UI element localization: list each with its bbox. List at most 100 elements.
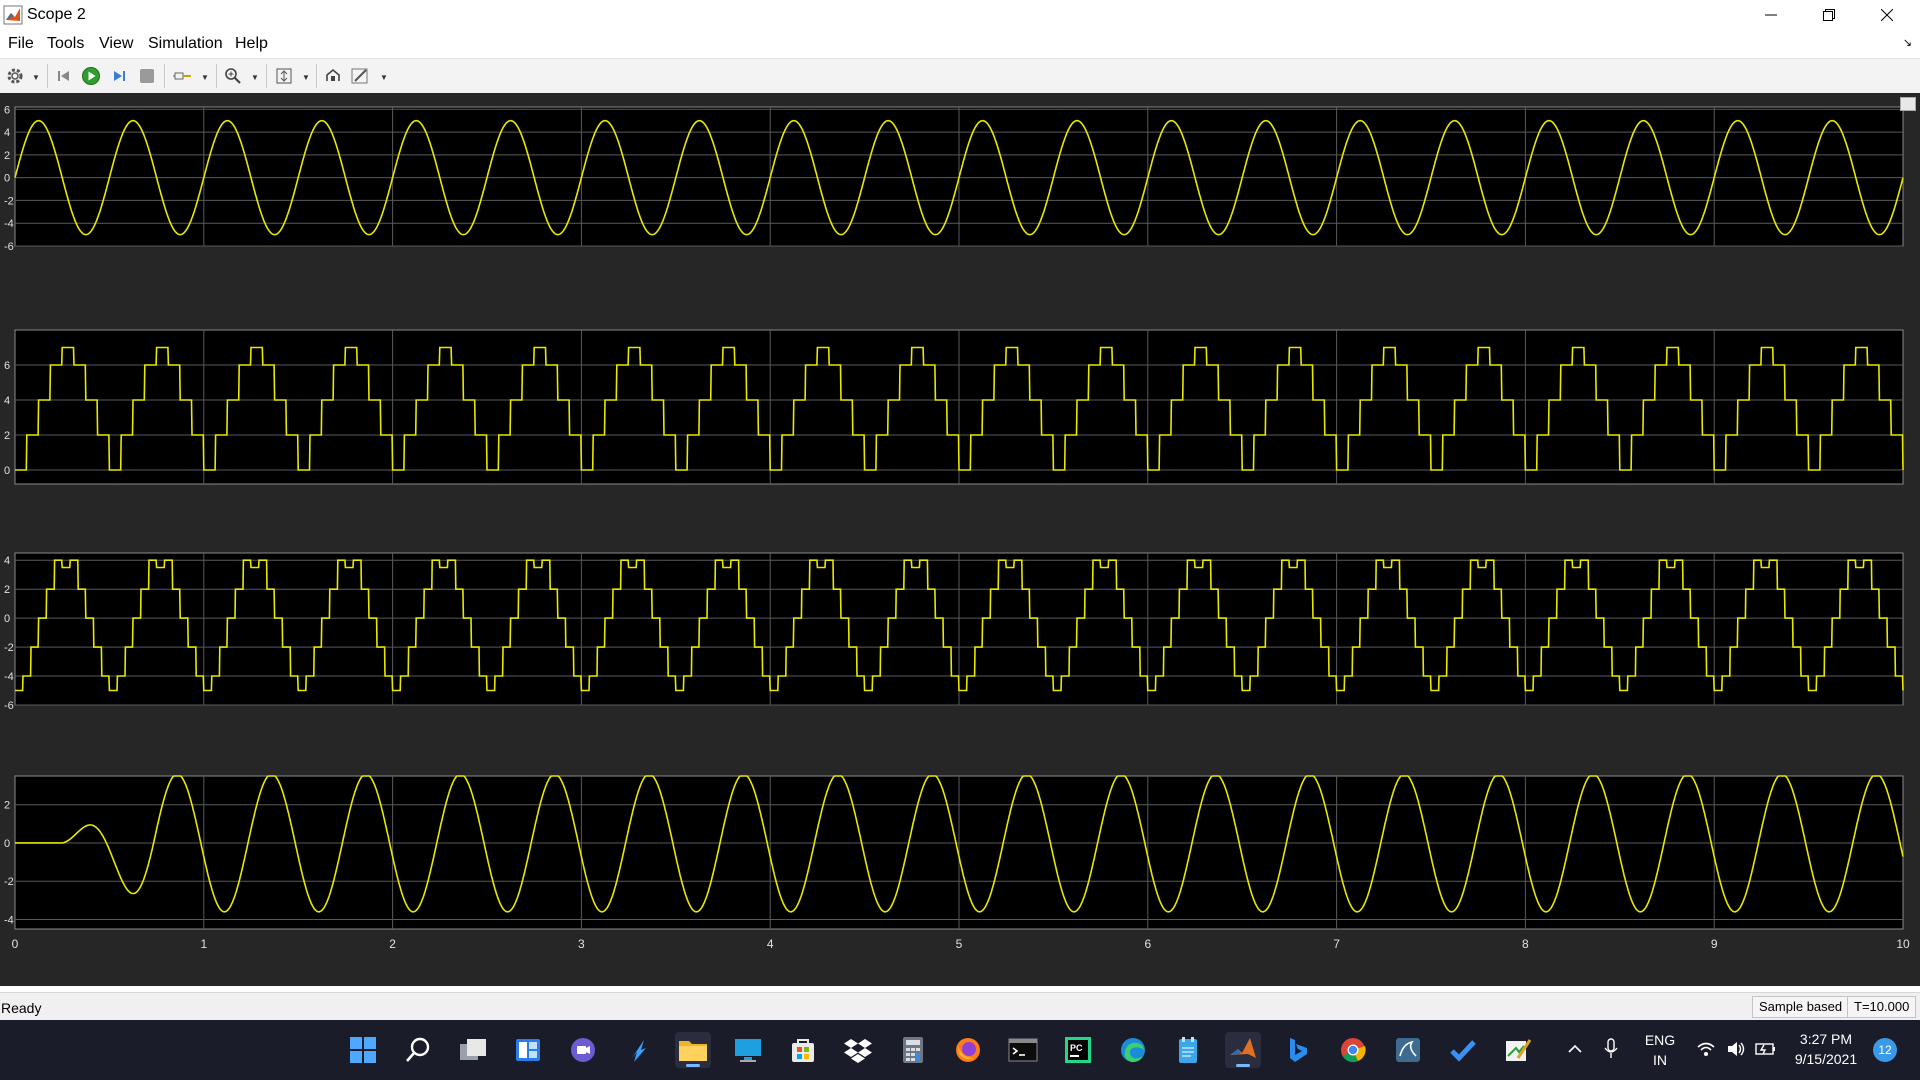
terminal-button[interactable] xyxy=(1005,1032,1041,1068)
calculator-icon xyxy=(903,1037,923,1063)
volume-icon[interactable] xyxy=(1726,1040,1746,1058)
pycharm-button[interactable]: PC xyxy=(1060,1032,1096,1068)
restore-icon xyxy=(1823,9,1835,21)
firefox-icon xyxy=(956,1038,980,1062)
x-tick-label: 1 xyxy=(200,937,207,951)
menu-help[interactable]: Help xyxy=(235,35,268,53)
highlight-dropdown-icon[interactable]: ▼ xyxy=(201,73,209,82)
draw-button[interactable] xyxy=(1500,1032,1536,1068)
minimize-icon xyxy=(1765,14,1777,16)
step-forward-icon xyxy=(114,71,125,81)
mysql-workbench-icon xyxy=(1396,1038,1420,1062)
y-tick-label: 0 xyxy=(4,838,10,850)
windows-start-button[interactable] xyxy=(345,1032,381,1068)
edit-icon xyxy=(351,68,368,84)
svg-text:PC: PC xyxy=(1070,1043,1083,1053)
dock-arrow-icon[interactable]: ↘ xyxy=(1903,36,1912,49)
clock-date[interactable]: 9/15/2021 xyxy=(1786,1051,1866,1067)
matlab-button[interactable] xyxy=(1225,1032,1261,1068)
restore-view-icon xyxy=(326,68,340,81)
toolbar: ▼ ▼ ▼ ▼ ▼ xyxy=(0,58,1920,94)
menu-view[interactable]: View xyxy=(99,35,133,53)
y-tick-label: -6 xyxy=(4,700,14,712)
notification-count[interactable]: 12 xyxy=(1873,1038,1897,1062)
configuration-button[interactable] xyxy=(4,65,26,87)
y-tick-label: 2 xyxy=(4,800,10,812)
scope-plot-4[interactable]: 2 0 -2 -4 0 1 2 3 4 5 6 7 8 9 10 xyxy=(4,775,1910,951)
y-tick-label: -6 xyxy=(4,241,14,253)
undock-legend-icon[interactable] xyxy=(1900,97,1916,111)
scope-plot-1[interactable]: 6 4 2 0 -2 -4 -6 xyxy=(4,104,1904,253)
simulation-time-indicator: T=10.000 xyxy=(1847,996,1917,1018)
battery-icon[interactable] xyxy=(1755,1040,1777,1058)
highlight-signal-button[interactable] xyxy=(172,65,194,87)
zoom-button[interactable] xyxy=(222,65,244,87)
run-button[interactable] xyxy=(80,65,102,87)
task-view-button[interactable] xyxy=(455,1032,491,1068)
visual-studio-button[interactable] xyxy=(620,1032,656,1068)
menu-tools[interactable]: Tools xyxy=(47,35,84,53)
y-tick-label: 0 xyxy=(4,173,10,185)
x-tick-label: 6 xyxy=(1144,937,1151,951)
scope-plot-2[interactable]: 6 4 2 0 xyxy=(4,329,1904,485)
x-tick-label: 4 xyxy=(767,937,774,951)
run-icon xyxy=(82,67,100,85)
y-tick-label: 4 xyxy=(4,395,10,407)
clock-time[interactable]: 3:27 PM xyxy=(1786,1031,1866,1047)
zoom-dropdown-icon[interactable]: ▼ xyxy=(251,73,259,82)
microsoft-store-button[interactable] xyxy=(785,1032,821,1068)
notepad-button[interactable] xyxy=(1170,1032,1206,1068)
gear-icon xyxy=(7,68,23,84)
mysql-workbench-button[interactable] xyxy=(1390,1032,1426,1068)
sample-mode-indicator: Sample based xyxy=(1752,996,1850,1018)
window-title: Scope 2 xyxy=(27,6,86,23)
widgets-button[interactable] xyxy=(510,1032,546,1068)
scope-plots[interactable]: 6 4 2 0 -2 -4 -6 6 4 2 0 4 2 0 -2 -4 -6 2 0 -2 -4 0 1 2 3 4 5 6 7 8 9 1… xyxy=(0,93,1920,986)
wifi-icon[interactable] xyxy=(1696,1040,1716,1058)
edge-button[interactable] xyxy=(1115,1032,1151,1068)
stop-button[interactable] xyxy=(136,65,158,87)
edge-icon xyxy=(1121,1038,1145,1063)
y-tick-label: -4 xyxy=(4,218,14,230)
dropbox-icon xyxy=(844,1039,872,1063)
menu-simulation[interactable]: Simulation xyxy=(148,35,223,53)
draw-icon xyxy=(1506,1039,1532,1061)
taskbar-search-button[interactable] xyxy=(400,1032,436,1068)
edit-button[interactable] xyxy=(350,65,372,87)
chrome-button[interactable] xyxy=(1335,1032,1371,1068)
input-region[interactable]: IN xyxy=(1644,1052,1676,1068)
restore-view-button[interactable] xyxy=(322,65,344,87)
firefox-button[interactable] xyxy=(950,1032,986,1068)
dropbox-button[interactable] xyxy=(840,1032,876,1068)
y-tick-label: -2 xyxy=(4,642,14,654)
configuration-dropdown-icon[interactable]: ▼ xyxy=(32,73,40,82)
calculator-button[interactable] xyxy=(895,1032,931,1068)
toolbar-separator xyxy=(266,64,267,88)
close-button[interactable] xyxy=(1858,0,1916,30)
input-language[interactable]: ENG xyxy=(1644,1032,1676,1048)
todo-button[interactable] xyxy=(1445,1032,1481,1068)
y-tick-label: 6 xyxy=(4,360,10,372)
remote-desktop-button[interactable] xyxy=(730,1032,766,1068)
minimize-button[interactable] xyxy=(1742,0,1800,30)
restore-button[interactable] xyxy=(1800,0,1858,30)
step-forward-button[interactable] xyxy=(108,65,130,87)
matlab-icon xyxy=(1230,1038,1256,1058)
file-explorer-button[interactable] xyxy=(675,1032,711,1068)
microphone-icon[interactable] xyxy=(1603,1037,1619,1061)
scope-plot-3[interactable]: 4 2 0 -2 -4 -6 xyxy=(4,552,1904,712)
y-tick-label: 2 xyxy=(4,430,10,442)
windows-taskbar: PC ENG IN 3:27 PM 9/15/2021 12 xyxy=(0,1020,1920,1080)
show-hidden-icons-icon[interactable] xyxy=(1567,1042,1583,1056)
edit-dropdown-icon[interactable]: ▼ xyxy=(380,73,388,82)
y-tick-label: 4 xyxy=(4,127,10,139)
x-tick-label: 5 xyxy=(956,937,963,951)
step-back-button[interactable] xyxy=(53,65,75,87)
scale-axes-dropdown-icon[interactable]: ▼ xyxy=(302,73,310,82)
scale-axes-button[interactable] xyxy=(273,65,295,87)
bing-button[interactable] xyxy=(1280,1032,1316,1068)
teams-chat-button[interactable] xyxy=(565,1032,601,1068)
x-tick-label: 2 xyxy=(389,937,396,951)
bing-icon xyxy=(1290,1038,1307,1062)
menu-file[interactable]: File xyxy=(8,35,34,53)
